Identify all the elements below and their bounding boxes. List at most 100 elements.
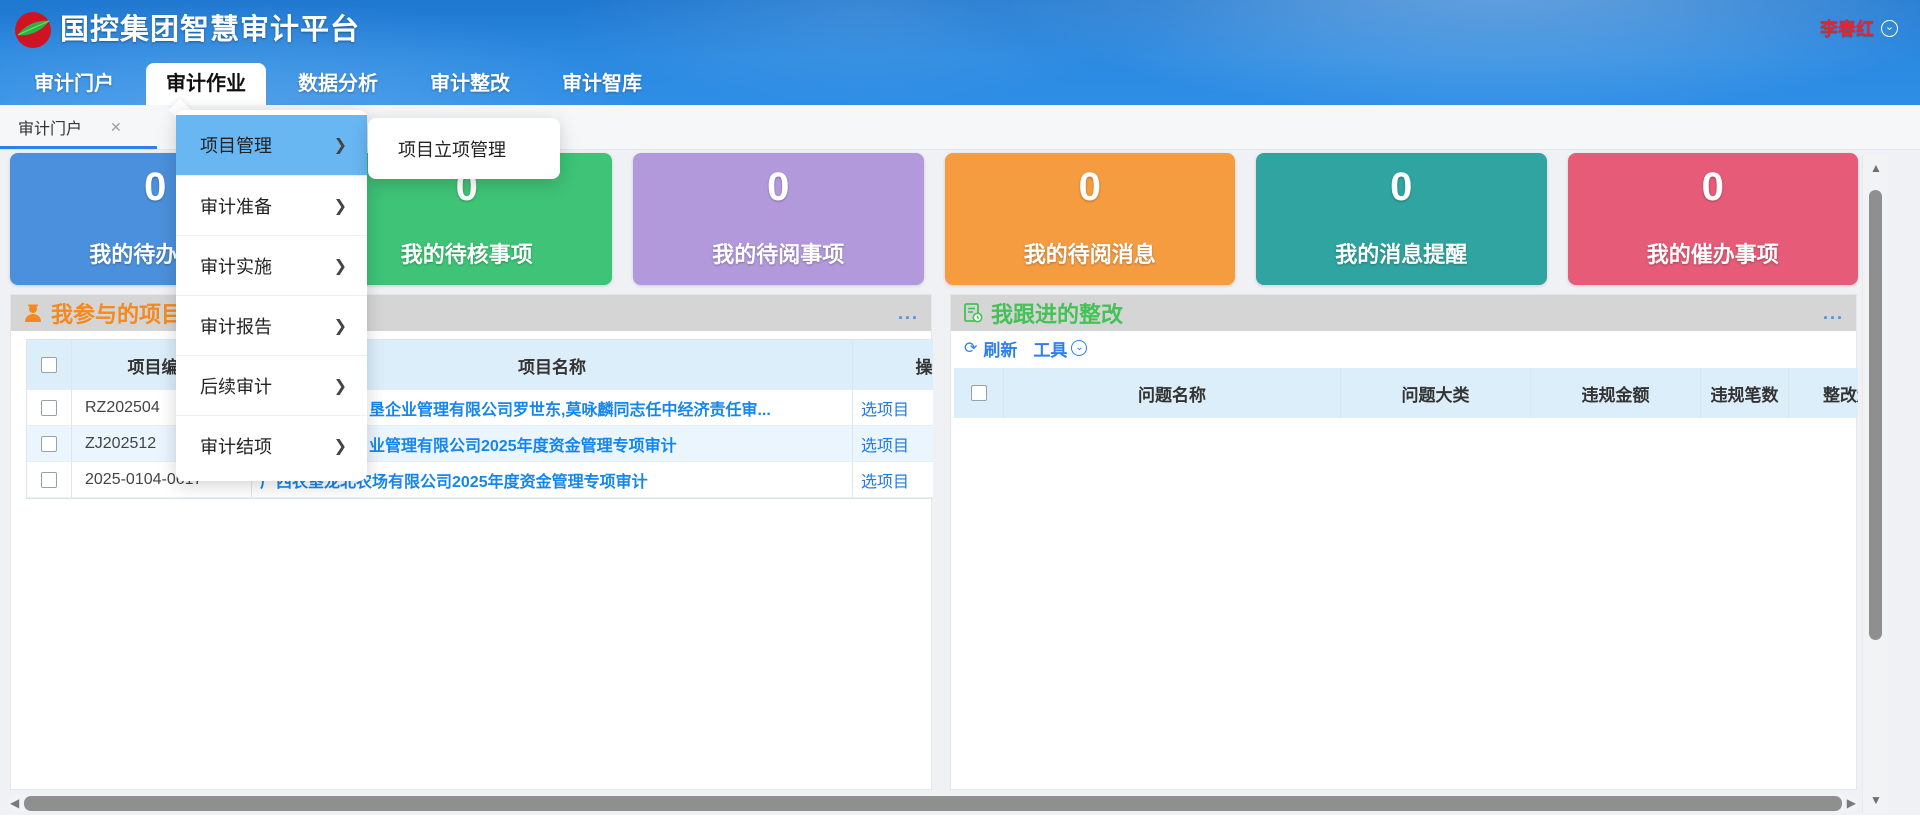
menu-item-5[interactable]: 后续审计 ❯ xyxy=(176,355,367,415)
tab-close-icon[interactable]: ✕ xyxy=(110,119,122,136)
my-rectifications-panel: 我跟进的整改 ... ⟳ 刷新 工具 ⌄ 问题名称问题大类违规金额违规笔数整改超 xyxy=(950,294,1857,790)
checkbox-cell xyxy=(27,390,72,425)
row-checkbox[interactable] xyxy=(41,436,57,452)
project-management-submenu: 项目立项管理 xyxy=(368,118,560,179)
nav-item-3[interactable]: 数据分析 xyxy=(278,63,398,105)
stat-card-6[interactable]: 0 我的催办事项 xyxy=(1568,153,1859,285)
projects-table-header: 项目编号项目名称操作 xyxy=(27,340,933,390)
menu-item-4[interactable]: 审计报告 ❯ xyxy=(176,295,367,355)
app-header: 国控集团智慧审计平台 李春红 ⌄ 审计门户审计作业数据分析审计整改审计智库 xyxy=(0,0,1920,105)
select-project-link[interactable]: 选项目 xyxy=(861,432,909,456)
my-projects-title: 我参与的项目 xyxy=(51,297,183,329)
rectify-table-header: 问题名称问题大类违规金额违规笔数整改超 xyxy=(954,368,1858,418)
rectify-toolbar: ⟳ 刷新 工具 ⌄ xyxy=(964,335,1087,361)
stat-card-5[interactable]: 0 我的消息提醒 xyxy=(1256,153,1547,285)
action-cell: 选项目 xyxy=(853,390,933,425)
menu-item-3[interactable]: 审计实施 ❯ xyxy=(176,235,367,295)
project-name-link[interactable]: 业管理有限公司2025年度资金管理专项审计 xyxy=(369,432,677,456)
chevron-right-icon: ❯ xyxy=(334,256,347,276)
chevron-right-icon: ❯ xyxy=(334,316,347,336)
stat-card-value: 0 xyxy=(1702,163,1724,211)
select-all-checkbox[interactable] xyxy=(971,385,987,401)
project-name-link[interactable]: 垦企业管理有限公司罗世东,莫咏麟同志任中经济责任审... xyxy=(369,396,771,420)
select-project-link[interactable]: 选项目 xyxy=(861,396,909,420)
stat-card-4[interactable]: 0我的待阅消息 xyxy=(945,153,1236,285)
menu-item-label: 审计实施 xyxy=(200,253,272,279)
column-header: 整改超 xyxy=(1789,368,1858,418)
document-clock-icon xyxy=(963,303,983,323)
row-checkbox[interactable] xyxy=(41,400,57,416)
chevron-right-icon: ❯ xyxy=(334,135,347,155)
tab-audit-portal[interactable]: 审计门户 ✕ xyxy=(0,105,157,149)
tools-label[interactable]: 工具 xyxy=(1033,336,1067,361)
horizontal-scrollbar[interactable]: ◀ ▶ xyxy=(8,795,1858,812)
my-projects-more-button[interactable]: ... xyxy=(898,308,919,318)
user-name[interactable]: 李春红 xyxy=(1820,15,1874,41)
my-rectifications-title: 我跟进的整改 xyxy=(991,297,1123,329)
menu-item-label: 审计准备 xyxy=(200,193,272,219)
nav-item-5[interactable]: 审计智库 xyxy=(542,63,662,105)
page-title: 国控集团智慧审计平台 xyxy=(60,10,360,50)
column-header: 问题名称 xyxy=(1004,368,1341,418)
my-projects-panel: 我参与的项目 ... 项目编号项目名称操作 RZ202504垦企业管理有限公司罗… xyxy=(10,294,932,790)
select-project-link[interactable]: 选项目 xyxy=(861,468,909,492)
stat-card-label: 我的消息提醒 xyxy=(1335,237,1467,269)
column-header: 问题大类 xyxy=(1341,368,1531,418)
nav-item-2[interactable]: 审计作业 xyxy=(146,63,266,105)
audit-work-dropdown-menu: 项目管理 ❯ 审计准备 ❯ 审计实施 ❯ 审计报告 ❯ 后续审计 ❯ 审计结项❯ xyxy=(176,110,367,481)
worker-icon xyxy=(23,303,43,323)
menu-item-6[interactable]: 审计结项❯ xyxy=(176,415,367,475)
row-checkbox[interactable] xyxy=(41,472,57,488)
submenu-item-1[interactable]: 项目立项管理 xyxy=(368,118,560,179)
horizontal-scrollbar-thumb[interactable] xyxy=(24,796,1842,811)
stat-card-label: 我的催办事项 xyxy=(1647,237,1779,269)
menu-item-label: 审计报告 xyxy=(200,313,272,339)
checkbox-cell xyxy=(954,368,1004,418)
nav-item-4[interactable]: 审计整改 xyxy=(410,63,530,105)
vertical-scrollbar-thumb[interactable] xyxy=(1869,190,1882,640)
my-projects-panel-header: 我参与的项目 ... xyxy=(11,295,931,331)
my-rectifications-more-button[interactable]: ... xyxy=(1823,308,1844,318)
column-header: 操作 xyxy=(853,340,933,390)
projects-table-body: RZ202504垦企业管理有限公司罗世东,莫咏麟同志任中经济责任审...选项目Z… xyxy=(27,390,933,498)
refresh-icon[interactable]: ⟳ xyxy=(964,338,977,358)
checkbox-cell xyxy=(27,340,72,390)
stat-card-label: 我的待阅事项 xyxy=(712,237,844,269)
stat-card-label: 我的待阅消息 xyxy=(1024,237,1156,269)
refresh-button[interactable]: 刷新 xyxy=(983,336,1017,361)
chevron-right-icon: ❯ xyxy=(334,196,347,216)
projects-table: 项目编号项目名称操作 RZ202504垦企业管理有限公司罗世东,莫咏麟同志任中经… xyxy=(26,339,933,499)
table-row: 2025-0104-0617广西农垦龙北农场有限公司2025年度资金管理专项审计… xyxy=(27,462,933,498)
my-rectifications-panel-header: 我跟进的整改 ... xyxy=(951,295,1856,331)
user-chevron-down-icon[interactable]: ⌄ xyxy=(1881,20,1898,37)
tools-chevron-down-icon[interactable]: ⌄ xyxy=(1071,340,1087,356)
user-menu[interactable]: 李春红 ⌄ xyxy=(1820,15,1898,41)
column-header: 违规金额 xyxy=(1531,368,1701,418)
stat-card-label: 我的待核事项 xyxy=(401,237,533,269)
stat-card-value: 0 xyxy=(144,163,166,211)
action-cell: 选项目 xyxy=(853,426,933,461)
rectify-table: 问题名称问题大类违规金额违规笔数整改超 xyxy=(954,368,1858,418)
stat-card-value: 0 xyxy=(1390,163,1412,211)
menu-item-1[interactable]: 项目管理 ❯ xyxy=(176,115,367,175)
checkbox-cell xyxy=(27,462,72,497)
active-tab-underline xyxy=(0,146,157,149)
checkbox-cell xyxy=(27,426,72,461)
scroll-up-arrow-icon[interactable]: ▲ xyxy=(1863,161,1889,175)
tools-button[interactable]: 工具 ⌄ xyxy=(1033,336,1087,361)
table-row: RZ202504垦企业管理有限公司罗世东,莫咏麟同志任中经济责任审...选项目 xyxy=(27,390,933,426)
stat-card-3[interactable]: 0我的待阅事项 xyxy=(633,153,924,285)
tab-label[interactable]: 审计门户 xyxy=(18,115,82,139)
scroll-right-arrow-icon[interactable]: ▶ xyxy=(1847,796,1856,811)
scroll-down-arrow-icon[interactable]: ▼ xyxy=(1863,793,1889,807)
vertical-scrollbar[interactable]: ▲ ▼ xyxy=(1862,155,1888,813)
menu-item-label: 后续审计 xyxy=(200,373,272,399)
nav-item-1[interactable]: 审计门户 xyxy=(14,63,134,105)
scroll-left-arrow-icon[interactable]: ◀ xyxy=(10,796,19,811)
menu-item-label: 项目管理 xyxy=(200,132,272,158)
select-all-checkbox[interactable] xyxy=(41,357,57,373)
menu-item-2[interactable]: 审计准备 ❯ xyxy=(176,175,367,235)
chevron-right-icon: ❯ xyxy=(334,376,347,396)
table-header-row: 问题名称问题大类违规金额违规笔数整改超 xyxy=(954,368,1858,418)
column-header: 违规笔数 xyxy=(1701,368,1789,418)
